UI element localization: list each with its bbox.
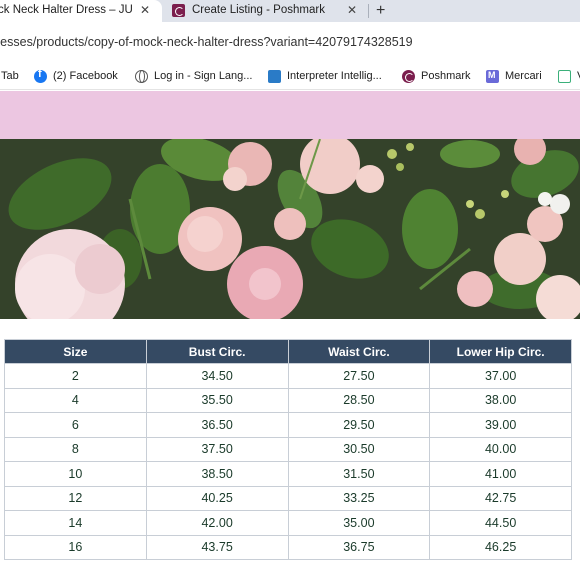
- table-row: 4 35.50 28.50 38.00: [4, 387, 572, 413]
- cell-bust: 35.50: [145, 387, 289, 413]
- globe-icon: [135, 69, 148, 83]
- url-text[interactable]: resses/products/copy-of-mock-neck-halter…: [0, 35, 413, 49]
- cell-waist: 29.50: [287, 412, 431, 438]
- close-icon[interactable]: ✕: [140, 3, 150, 17]
- table-row: 10 38.50 31.50 41.00: [4, 461, 572, 487]
- cell-size: 10: [4, 461, 147, 487]
- cell-size: 16: [4, 534, 147, 560]
- cell-waist: 33.25: [287, 485, 431, 511]
- bookmark-label: Tab: [1, 70, 19, 82]
- size-chart-table: Size Bust Circ. Waist Circ. Lower Hip Ci…: [4, 339, 572, 560]
- cell-size: 8: [4, 436, 147, 462]
- cell-bust: 40.25: [145, 485, 289, 511]
- cell-waist: 35.00: [287, 510, 431, 536]
- table-row: 16 43.75 36.75 46.25: [4, 534, 572, 560]
- bookmark-label: Interpreter Intellig...: [287, 70, 382, 82]
- table-row: 8 37.50 30.50 40.00: [4, 436, 572, 462]
- table-row: 6 36.50 29.50 39.00: [4, 412, 572, 438]
- address-bar[interactable]: resses/products/copy-of-mock-neck-halter…: [0, 22, 580, 62]
- site-header-bar: [0, 91, 580, 139]
- tab-strip: ck Neck Halter Dress – JU ✕ Create Listi…: [0, 0, 580, 22]
- bookmark-w[interactable]: V: [558, 68, 580, 84]
- interpreter-icon: [268, 69, 281, 83]
- cell-lower-hip: 40.00: [429, 436, 572, 462]
- cell-bust: 37.50: [145, 436, 289, 462]
- cell-size: 2: [4, 363, 147, 389]
- cell-waist: 27.50: [287, 363, 431, 389]
- tab-mock-neck-halter-dress[interactable]: ck Neck Halter Dress – JU ✕: [0, 0, 162, 22]
- column-header-bust: Bust Circ.: [145, 339, 289, 364]
- floral-banner-image: [0, 139, 580, 319]
- cell-lower-hip: 42.75: [429, 485, 572, 511]
- cell-size: 4: [4, 387, 147, 413]
- cell-bust: 42.00: [145, 510, 289, 536]
- new-tab-button[interactable]: +: [376, 0, 385, 22]
- floral-banner-illustration: [0, 139, 580, 319]
- bookmark-label: Mercari: [505, 70, 542, 82]
- table-row: 2 34.50 27.50 37.00: [4, 363, 572, 389]
- bookmarks-bar: Tab (2) Facebook Log in - Sign Lang... I…: [0, 62, 580, 90]
- facebook-icon: [34, 68, 47, 83]
- cell-bust: 38.50: [145, 461, 289, 487]
- cell-bust: 43.75: [145, 534, 289, 560]
- column-header-waist: Waist Circ.: [287, 339, 431, 364]
- close-icon[interactable]: ✕: [347, 3, 357, 17]
- bookmark-label: Log in - Sign Lang...: [154, 70, 253, 82]
- tab-title: Create Listing - Poshmark: [192, 4, 325, 16]
- bookmark-mercari[interactable]: Mercari: [486, 68, 542, 84]
- table-row: 14 42.00 35.00 44.50: [4, 510, 572, 536]
- bookmark-poshmark[interactable]: Poshmark: [402, 68, 471, 84]
- w-icon: [558, 69, 571, 83]
- cell-lower-hip: 39.00: [429, 412, 572, 438]
- tab-title: ck Neck Halter Dress – JU: [0, 4, 133, 16]
- tab-separator: [368, 4, 369, 18]
- cell-lower-hip: 46.25: [429, 534, 572, 560]
- cell-lower-hip: 38.00: [429, 387, 572, 413]
- bookmark-label: (2) Facebook: [53, 70, 118, 82]
- poshmark-icon: [172, 4, 185, 17]
- cell-lower-hip: 41.00: [429, 461, 572, 487]
- tab-create-listing-poshmark[interactable]: Create Listing - Poshmark ✕: [162, 0, 368, 22]
- column-header-lower-hip: Lower Hip Circ.: [429, 339, 572, 364]
- cell-waist: 30.50: [287, 436, 431, 462]
- cell-lower-hip: 37.00: [429, 363, 572, 389]
- cell-bust: 34.50: [145, 363, 289, 389]
- table-row: 12 40.25 33.25 42.75: [4, 485, 572, 511]
- cell-size: 14: [4, 510, 147, 536]
- poshmark-icon: [402, 69, 415, 83]
- mercari-icon: [486, 69, 499, 83]
- table-header-row: Size Bust Circ. Waist Circ. Lower Hip Ci…: [4, 339, 572, 364]
- cell-waist: 28.50: [287, 387, 431, 413]
- bookmark-label: Poshmark: [421, 70, 471, 82]
- bookmark-interpreter-intelligence[interactable]: Interpreter Intellig...: [268, 68, 382, 84]
- cell-waist: 31.50: [287, 461, 431, 487]
- cell-bust: 36.50: [145, 412, 289, 438]
- cell-waist: 36.75: [287, 534, 431, 560]
- cell-size: 6: [4, 412, 147, 438]
- cell-lower-hip: 44.50: [429, 510, 572, 536]
- bookmark-facebook[interactable]: (2) Facebook: [34, 68, 118, 84]
- bookmark-sign-language-login[interactable]: Log in - Sign Lang...: [135, 68, 252, 84]
- column-header-size: Size: [4, 339, 147, 364]
- cell-size: 12: [4, 485, 147, 511]
- bookmark-tab[interactable]: Tab: [1, 68, 19, 84]
